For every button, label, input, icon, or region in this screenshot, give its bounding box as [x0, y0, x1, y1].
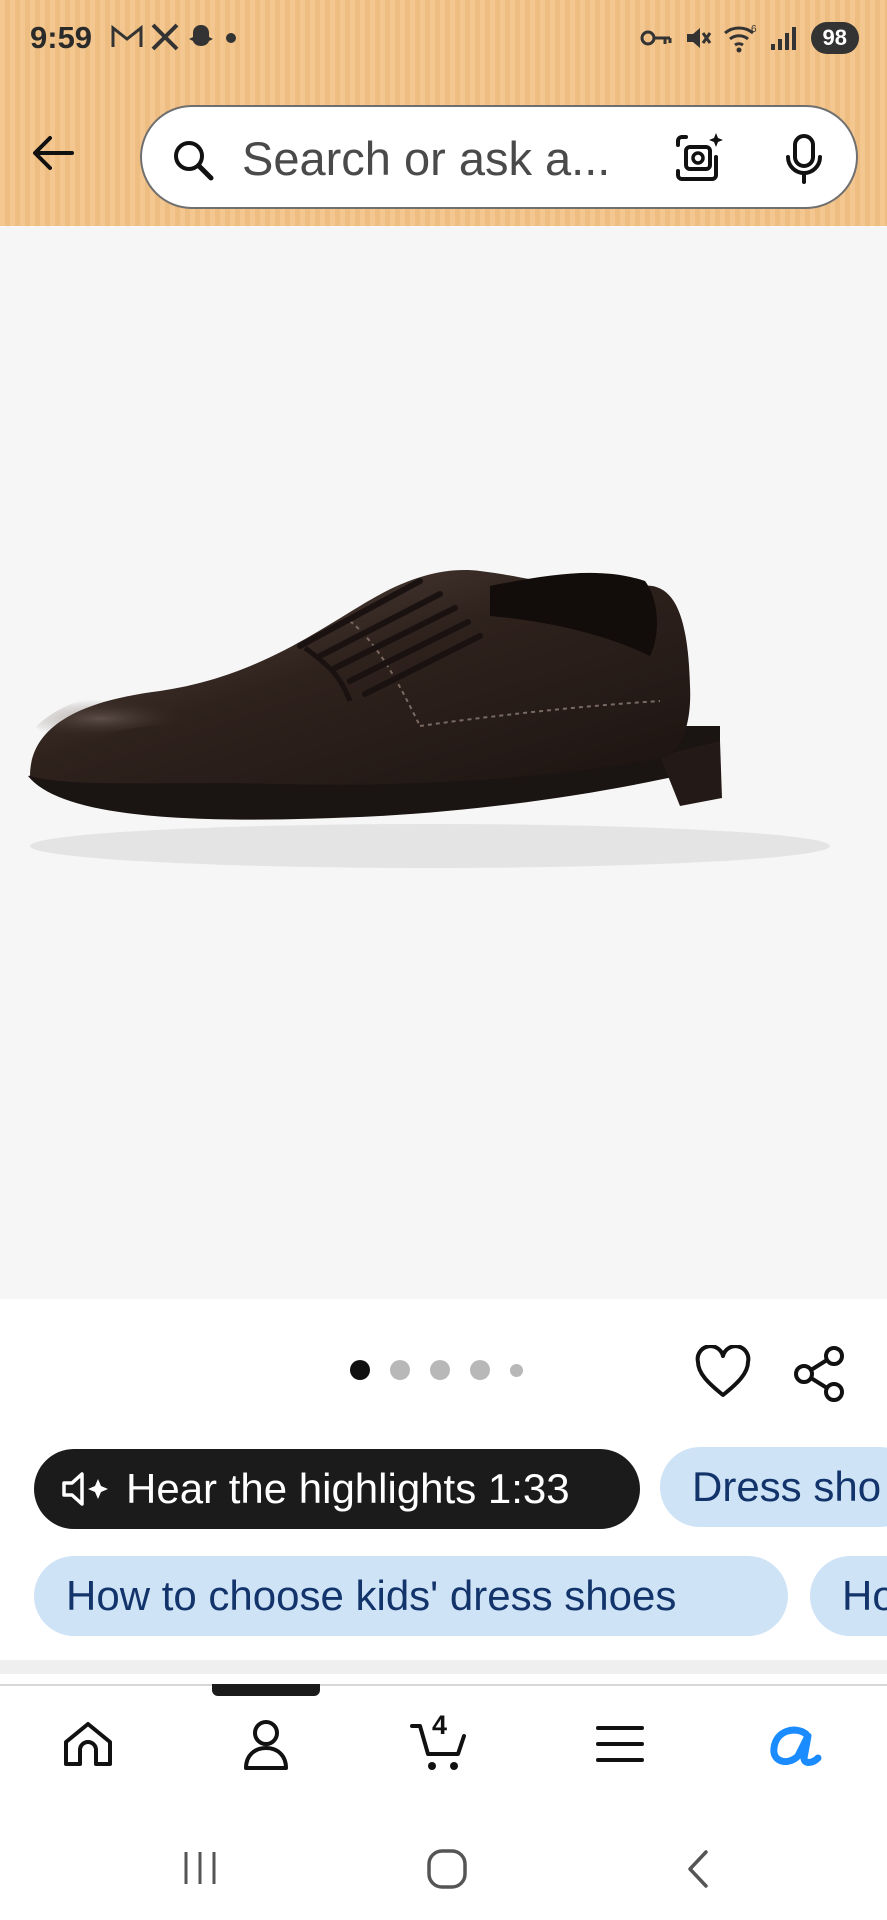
search-icon: [174, 141, 214, 181]
battery-level: 98: [810, 22, 859, 54]
pager-dot[interactable]: [430, 1360, 450, 1380]
heart-icon[interactable]: [694, 1345, 752, 1399]
status-time: 9:59: [30, 20, 93, 55]
hear-highlights-button[interactable]: Hear the highlights 1:33: [34, 1449, 640, 1529]
suggestion-chip[interactable]: How to choose kids' dress shoes: [34, 1556, 788, 1636]
hear-highlights-label: Hear the highlights 1:33: [126, 1465, 570, 1512]
signal-icon: [770, 27, 796, 50]
arrow-left-icon[interactable]: [28, 128, 78, 178]
status-right-icons: 6 98: [639, 22, 859, 54]
gmail-icon: [111, 24, 143, 47]
x-icon: [151, 23, 179, 51]
active-tab-indicator: [212, 1684, 320, 1696]
suggestion-chip[interactable]: Dress sho: [660, 1447, 887, 1527]
menu-icon[interactable]: [594, 1720, 646, 1768]
suggestion-chip-label: Ho: [842, 1572, 887, 1619]
search-bar[interactable]: Search or ask a...: [140, 105, 858, 209]
back-chevron-icon[interactable]: [680, 1848, 716, 1890]
dot-icon: [226, 33, 236, 43]
speaker-sparkle-icon: [62, 1472, 108, 1506]
key-icon: [640, 30, 672, 46]
microphone-icon[interactable]: [784, 133, 824, 185]
rufus-icon[interactable]: [766, 1716, 824, 1772]
suggestion-chip-label: How to choose kids' dress shoes: [66, 1572, 677, 1619]
cart-button[interactable]: 4: [408, 1710, 478, 1776]
image-pager[interactable]: [350, 1360, 523, 1380]
suggestion-chip-label: Dress sho: [692, 1463, 882, 1510]
wifi-icon: 6: [723, 24, 757, 53]
pager-dot[interactable]: [470, 1360, 490, 1380]
cart-count: 4: [432, 1710, 448, 1740]
svg-text:6: 6: [751, 24, 757, 35]
mute-icon: [686, 28, 711, 48]
search-input[interactable]: Search or ask a...: [242, 131, 610, 186]
notification-icons: [110, 22, 240, 52]
pager-dot[interactable]: [390, 1360, 410, 1380]
suggestion-chip[interactable]: Ho: [810, 1556, 887, 1636]
camera-lens-icon[interactable]: [672, 131, 726, 185]
system-nav-bar: [0, 1820, 887, 1920]
home-circle-icon[interactable]: [426, 1848, 468, 1890]
recents-icon[interactable]: [180, 1848, 220, 1888]
bottom-nav-border: [0, 1684, 887, 1686]
product-image[interactable]: [20, 526, 850, 886]
bottom-nav: 4: [0, 1700, 887, 1820]
product-image-gallery[interactable]: [0, 226, 887, 1299]
home-icon[interactable]: [60, 1716, 116, 1772]
section-divider: [0, 1660, 887, 1674]
snapchat-icon: [189, 25, 213, 46]
status-bar: 9:59 6 98: [0, 0, 887, 84]
pager-dot[interactable]: [350, 1360, 370, 1380]
account-icon[interactable]: [238, 1716, 294, 1774]
app-header: 9:59 6 98 Search or ask a...: [0, 0, 887, 226]
pager-dot[interactable]: [510, 1363, 523, 1377]
share-icon[interactable]: [792, 1345, 848, 1403]
